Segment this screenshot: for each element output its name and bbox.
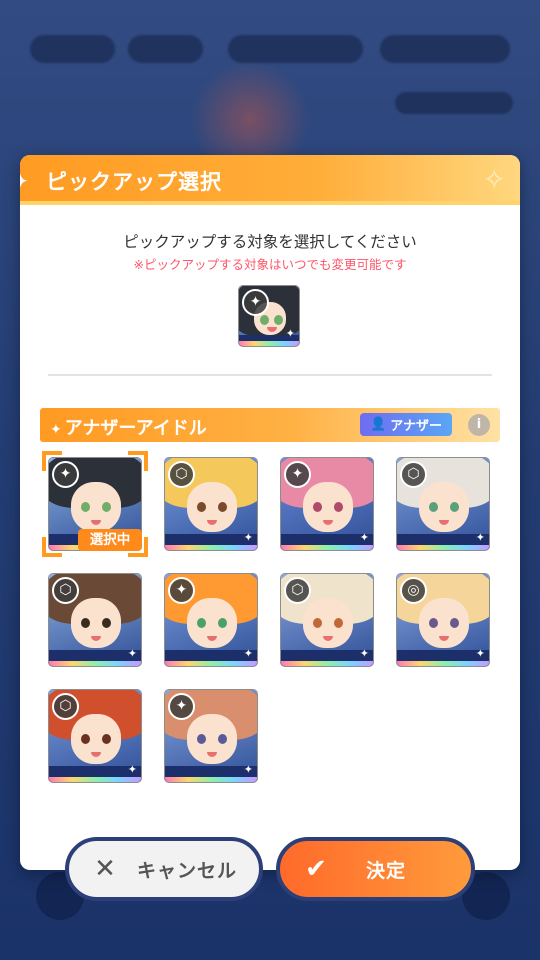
frame-corner <box>128 451 148 471</box>
another-badge-label: アナザー <box>390 419 442 434</box>
card-eye <box>450 502 459 512</box>
card-eye <box>273 315 283 326</box>
card-eye <box>218 502 227 512</box>
cancel-button-label: キャンセル <box>137 859 238 882</box>
sparkle-icon: ✦ <box>285 327 295 340</box>
sparkle-icon: ✦ <box>127 647 137 660</box>
sparkle-icon: ✦ <box>243 647 253 660</box>
type-badge-icon: ✦ <box>284 461 311 488</box>
type-badge-icon: ⬡ <box>284 577 311 604</box>
header-stripe <box>20 201 520 205</box>
another-filter-badge[interactable]: 👤 アナザー <box>360 413 452 436</box>
dialog-header: ✦ ピックアップ選択 ✧ <box>20 155 520 205</box>
sparkle-icon: ✧ <box>482 163 506 196</box>
instruction-text: ピックアップする対象を選択してください <box>123 233 417 251</box>
intro-text: ピックアップする対象を選択してください ※ピックアップする対象はいつでも変更可能… <box>20 230 520 273</box>
card-rarity-bar <box>397 661 489 666</box>
card-rarity-bar <box>397 545 489 550</box>
note-text: ※ピックアップする対象はいつでも変更可能です <box>133 257 407 272</box>
idol-card[interactable]: ✦✦ <box>164 573 258 667</box>
divider <box>48 374 492 376</box>
sparkle-icon: ✦ <box>359 531 369 544</box>
card-rarity-bar <box>239 341 299 346</box>
frame-corner <box>42 451 62 471</box>
card-eye <box>313 618 322 628</box>
sparkle-icon: ✦ <box>243 763 253 776</box>
card-eye <box>102 618 111 628</box>
card-eye <box>102 734 111 744</box>
card-rarity-bar <box>165 661 257 666</box>
confirm-button[interactable]: ✔ 決定 <box>276 837 475 901</box>
card-eye <box>429 618 438 628</box>
type-badge-icon: ⬡ <box>400 461 427 488</box>
idol-card[interactable]: ✦✦ <box>280 457 374 551</box>
type-badge-icon: ⬡ <box>168 461 195 488</box>
selected-tag: 選択中 <box>78 529 142 551</box>
picked-card-preview: ✦ ✦ <box>238 285 300 347</box>
type-badge-icon: ✦ <box>168 577 195 604</box>
card-rarity-bar <box>281 661 373 666</box>
type-badge-icon: ⬡ <box>52 693 79 720</box>
idol-card[interactable]: ⬡ ✦ <box>48 573 142 667</box>
section-title: ✦ アナザーアイドル <box>50 414 207 440</box>
idol-card[interactable]: ⬡ ✦ <box>280 573 374 667</box>
idol-card[interactable]: ✦✦ <box>238 285 300 347</box>
close-icon: ✕ <box>94 854 116 884</box>
frame-corner <box>42 537 62 557</box>
card-eye <box>197 734 206 744</box>
type-badge-icon: ◎ <box>400 577 427 604</box>
card-rarity-bar <box>165 545 257 550</box>
card-rarity-bar <box>49 777 141 782</box>
type-badge-icon: ✦ <box>168 693 195 720</box>
card-eye <box>218 618 227 628</box>
sparkle-icon: ✦ <box>127 763 137 776</box>
pickup-select-dialog: ✦ ピックアップ選択 ✧ ピックアップする対象を選択してください ※ピックアップ… <box>20 155 520 870</box>
card-eye <box>81 618 90 628</box>
type-badge-icon: ✦ <box>242 289 269 316</box>
card-eye <box>197 618 206 628</box>
person-plus-icon: 👤 <box>370 417 387 432</box>
checkmark-icon: ✔ <box>305 854 327 884</box>
card-eye <box>334 618 343 628</box>
cancel-button[interactable]: ✕ キャンセル <box>65 837 263 901</box>
card-eye <box>218 734 227 744</box>
idol-card[interactable]: ✦✦ <box>164 689 258 783</box>
card-eye <box>450 618 459 628</box>
card-eye <box>81 734 90 744</box>
info-icon[interactable]: i <box>468 414 490 436</box>
dialog-title: ピックアップ選択 <box>46 170 222 194</box>
card-eye <box>313 502 322 512</box>
idol-card[interactable]: ⬡ ✦ <box>396 457 490 551</box>
card-eye <box>197 502 206 512</box>
idol-card[interactable]: ⬡ ✦ <box>164 457 258 551</box>
confirm-button-label: 決定 <box>366 859 407 882</box>
type-badge-icon: ⬡ <box>52 577 79 604</box>
idol-card[interactable]: ◎ ✦ <box>396 573 490 667</box>
section-title-text: アナザーアイドル <box>64 418 207 439</box>
sparkle-icon: ✦ <box>475 647 485 660</box>
card-eye <box>429 502 438 512</box>
sparkle-icon: ✦ <box>243 531 253 544</box>
idol-card[interactable]: ⬡ ✦ <box>48 689 142 783</box>
card-rarity-bar <box>165 777 257 782</box>
section-header-another-idol: ✦ アナザーアイドル 👤 アナザー i <box>40 408 500 442</box>
card-rarity-bar <box>281 545 373 550</box>
sparkle-icon: ✦ <box>20 169 29 193</box>
card-rarity-bar <box>49 661 141 666</box>
card-eye <box>334 502 343 512</box>
sparkle-icon: ✦ <box>50 422 62 438</box>
sparkle-icon: ✦ <box>359 647 369 660</box>
sparkle-icon: ✦ <box>475 531 485 544</box>
